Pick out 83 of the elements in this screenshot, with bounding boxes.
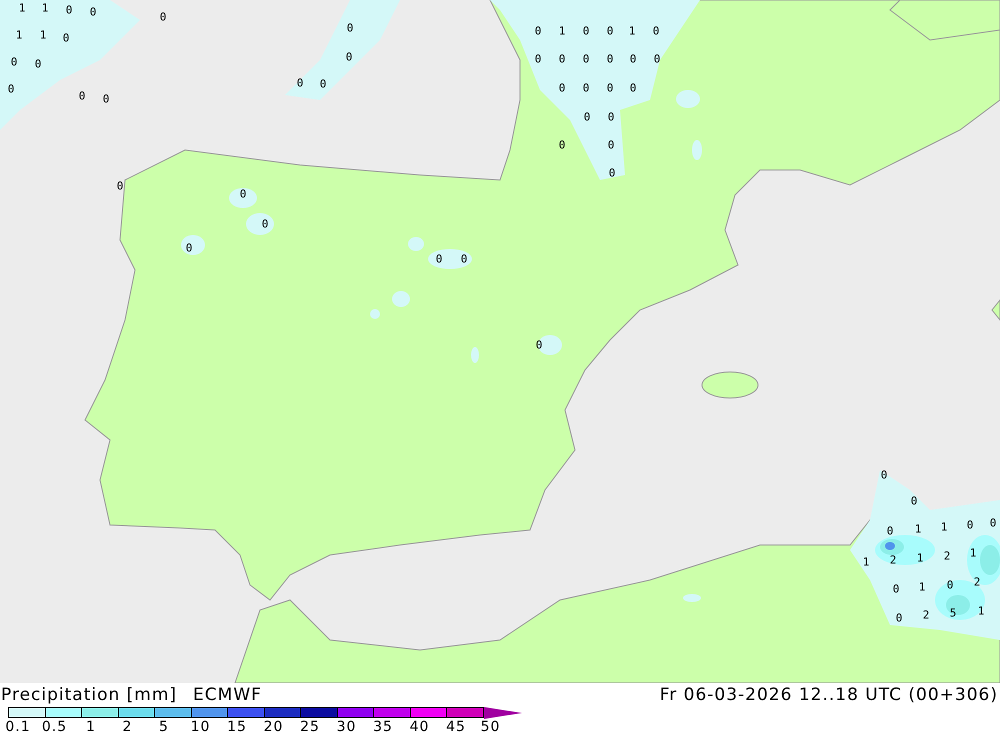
map-value-label: 0 (584, 112, 590, 122)
map-value-label: 0 (946, 580, 954, 590)
map-value-label: 1 (18, 2, 26, 14)
map-value-label: 0 (608, 112, 614, 122)
legend-label: 25 (300, 719, 320, 733)
map-value-label: 0 (296, 78, 304, 88)
map-value-label: 1 (978, 606, 984, 616)
map-value-label: 0 (558, 140, 566, 150)
map-value-label: 0 (652, 26, 660, 36)
map-value-label: 2 (922, 610, 930, 620)
map-value-label: 0 (582, 26, 590, 36)
map-value-label: 2 (944, 550, 950, 562)
map-value-label: 2 (890, 554, 896, 566)
map-value-label: 0 (346, 22, 354, 34)
map-value-label: 1 (918, 582, 926, 592)
map-value-label: 0 (62, 32, 70, 44)
map-value-label: 0 (606, 82, 614, 94)
map-value-label: 0 (320, 78, 326, 90)
map-value-label: 0 (10, 56, 18, 68)
map-value-label: 0 (78, 90, 86, 102)
map-value-label: 0 (536, 340, 542, 350)
legend-label: 50 (480, 719, 500, 733)
map-value-label: 1 (16, 30, 22, 40)
legend-label: 45 (446, 719, 466, 733)
map-value-label: 1 (970, 548, 976, 558)
map-value-label: 1 (940, 522, 948, 532)
map-value-label: 0 (240, 188, 246, 200)
legend-label: 0.5 (42, 719, 68, 733)
map-value-label: 0 (608, 140, 614, 150)
map-value-label: 0 (892, 584, 900, 594)
legend-label: 2 (122, 719, 132, 733)
map-value-label: 0 (8, 84, 14, 94)
map-value-label: 1 (558, 26, 566, 36)
map-value-label: 0 (582, 54, 590, 64)
map-value-label: 5 (950, 608, 956, 618)
map-value-label: 0 (630, 82, 636, 94)
map-value-label: 0 (436, 254, 442, 264)
map-value-label: 0 (558, 54, 566, 64)
model-name: ECMWF (193, 685, 262, 705)
map-value-label: 2 (974, 576, 980, 588)
map-value-label: 0 (460, 254, 468, 264)
map-value-label: 0 (606, 54, 614, 64)
legend-label: 40 (410, 719, 430, 733)
legend-label: 35 (373, 719, 393, 733)
map-value-label: 0 (990, 518, 996, 528)
map-value-label: 1 (40, 30, 46, 40)
map-value-label: 0 (116, 180, 124, 192)
map-value-label: 0 (346, 52, 352, 62)
map-value-label: 0 (910, 496, 918, 506)
map-value-label: 0 (102, 94, 110, 104)
legend-label: 5 (159, 719, 169, 733)
legend-label: 30 (336, 719, 356, 733)
map-value-label: 1 (628, 26, 636, 36)
map-value-label: 0 (886, 526, 894, 536)
map-value-label: 0 (880, 470, 888, 480)
map-value-label: 0 (582, 82, 590, 94)
map-value-label: 0 (630, 54, 636, 64)
map-value-label: 1 (916, 552, 924, 564)
map-value-label: 0 (66, 4, 72, 16)
map-value-label: 1 (42, 2, 48, 14)
legend-label: 15 (227, 719, 247, 733)
map-value-label: 0 (558, 82, 566, 94)
map-value-label: 0 (534, 54, 542, 64)
map-value-label: 1 (862, 556, 870, 568)
legend-title: Precipitation [mm] (1, 685, 178, 705)
map-value-label: 0 (160, 12, 166, 22)
map-value-label: 0 (966, 520, 974, 530)
map-value-label: 0 (186, 242, 192, 254)
map-value-label: 0 (654, 54, 660, 64)
map-value-label: 0 (90, 6, 96, 18)
map-value-label: 0 (262, 218, 268, 230)
forecast-timestamp: Fr 06-03-2026 12..18 UTC (00+306) (660, 685, 999, 705)
legend-label: 0.1 (5, 719, 31, 733)
map-value-label: 1 (914, 524, 922, 534)
map-value-label: 0 (34, 58, 42, 70)
map-value-label: 0 (606, 26, 614, 36)
legend-label: 20 (264, 719, 284, 733)
legend-label: 10 (190, 719, 210, 733)
overflow-arrow-icon (484, 707, 522, 719)
legend-label: 1 (86, 719, 96, 733)
map-value-label: 0 (608, 168, 616, 178)
map-value-label: 0 (534, 26, 542, 36)
map-value-label: 0 (896, 612, 902, 624)
